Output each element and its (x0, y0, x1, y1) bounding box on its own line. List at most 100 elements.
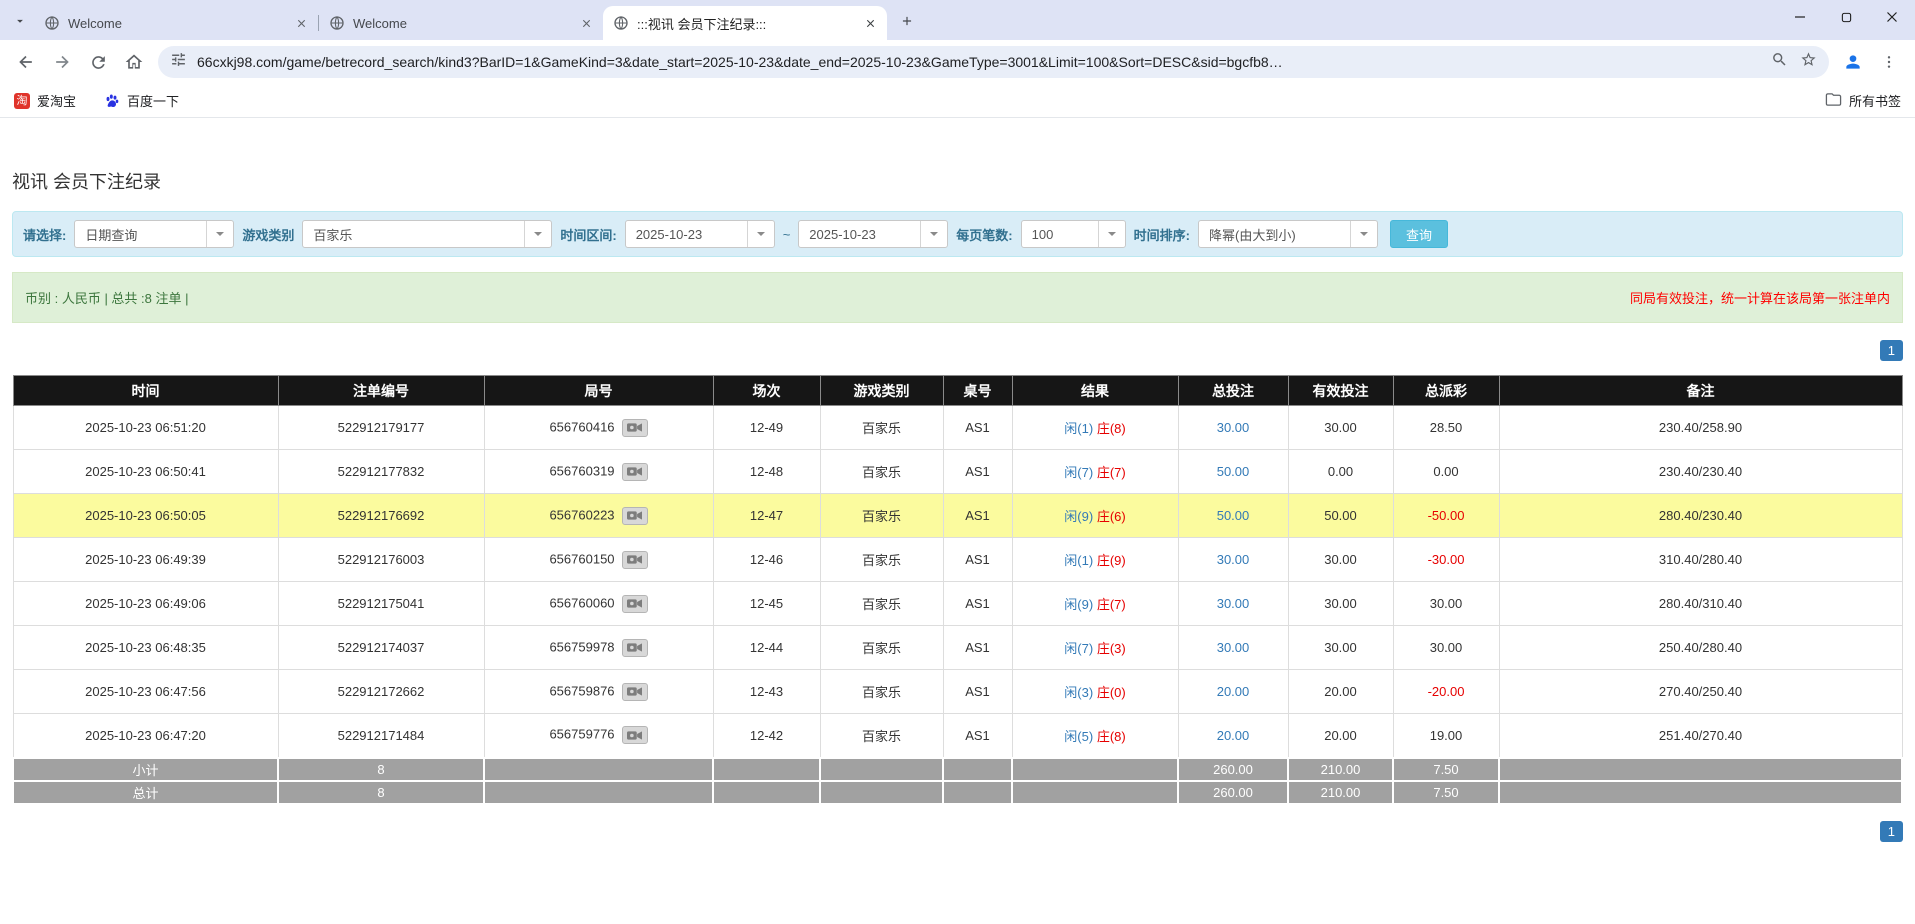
total-result (1011, 779, 1179, 805)
cell-bet-id: 522912172662 (277, 669, 485, 714)
cell-session: 12-47 (712, 493, 821, 538)
page-1-button[interactable]: 1 (1879, 820, 1903, 842)
video-camera-icon[interactable] (621, 726, 648, 745)
home-icon[interactable] (116, 44, 152, 80)
cell-time: 2025-10-23 06:51:20 (12, 405, 279, 450)
page-1-button[interactable]: 1 (1879, 340, 1903, 361)
back-icon[interactable] (8, 44, 44, 80)
cell-time: 2025-10-23 06:47:20 (12, 713, 279, 758)
page-size-label: 每页笔数: (956, 227, 1013, 243)
subtotal-session (712, 756, 821, 782)
cell-table-no: AS1 (942, 537, 1013, 582)
date-tilde: ~ (782, 226, 791, 242)
url-text: 66cxkj98.com/game/betrecord_search/kind3… (197, 54, 1283, 70)
cell-valid-bet: 20.00 (1287, 713, 1394, 758)
cell-total-bet[interactable]: 20.00 (1177, 713, 1289, 758)
url-bar[interactable]: 66cxkj98.com/game/betrecord_search/kind3… (158, 46, 1829, 78)
search-button[interactable]: 查询 (1389, 220, 1448, 248)
cell-table-no: AS1 (942, 713, 1013, 758)
subtotal-total-bet: 260.00 (1177, 756, 1289, 782)
cell-session: 12-44 (712, 625, 821, 670)
close-window-icon[interactable] (1869, 0, 1915, 34)
cell-bet-id: 522912176003 (277, 537, 485, 582)
subtotal-result (1011, 756, 1179, 782)
cell-payout: 19.00 (1392, 713, 1500, 758)
close-icon[interactable] (292, 14, 310, 32)
globe-icon (329, 15, 345, 31)
tab-strip: Welcome Welcome :::视讯 会员下注纪录::: (0, 0, 1915, 40)
maximize-icon[interactable] (1823, 0, 1869, 34)
zoom-icon[interactable] (1771, 51, 1788, 73)
cell-total-bet[interactable]: 30.00 (1177, 581, 1289, 626)
cell-total-bet[interactable]: 30.00 (1177, 625, 1289, 670)
cell-total-bet[interactable]: 50.00 (1177, 449, 1289, 494)
cell-table-no: AS1 (942, 625, 1013, 670)
cell-game-type: 百家乐 (819, 493, 944, 538)
cell-bet-id: 522912177832 (277, 449, 485, 494)
result-banker: 庄(8) (1096, 728, 1126, 744)
result-banker: 庄(7) (1096, 465, 1126, 480)
minimize-icon[interactable] (1777, 0, 1823, 34)
page-size-select[interactable]: 100 (1020, 220, 1126, 248)
new-tab-icon[interactable] (893, 7, 921, 35)
video-camera-icon[interactable] (621, 462, 648, 481)
total-remark (1498, 779, 1903, 805)
cell-bet-id: 522912171484 (277, 713, 485, 758)
cell-game-type: 百家乐 (819, 669, 944, 714)
tab-title: Welcome (353, 15, 407, 31)
tab-welcome-1[interactable]: Welcome (34, 6, 318, 40)
valid-bet-note-text: 同局有效投注，统一计算在该局第一张注单内 (1629, 291, 1890, 306)
bookmark-baidu[interactable]: 百度一下 (104, 91, 179, 110)
bookmark-star-icon[interactable] (1800, 51, 1817, 73)
video-camera-icon[interactable] (621, 594, 648, 613)
header-valid-bet: 有效投注 (1287, 375, 1394, 406)
result-player: 闲(3) (1064, 685, 1094, 700)
game-type-select[interactable]: 百家乐 (302, 220, 553, 248)
cell-remark: 310.40/280.40 (1498, 537, 1903, 582)
cell-result: 闲(3) 庄(0) (1011, 669, 1179, 714)
date-end-value: 2025-10-23 (809, 226, 876, 242)
kebab-menu-icon[interactable] (1871, 44, 1907, 80)
all-bookmarks-button[interactable]: 所有书签 (1825, 91, 1901, 111)
tab-bet-record[interactable]: :::视讯 会员下注纪录::: (603, 6, 887, 40)
date-start-value: 2025-10-23 (635, 226, 703, 242)
total-count: 8 (277, 779, 485, 805)
close-icon[interactable] (861, 14, 879, 32)
query-type-select[interactable]: 日期查询 (74, 220, 235, 248)
close-icon[interactable] (577, 14, 595, 32)
refresh-icon[interactable] (80, 44, 116, 80)
cell-total-bet[interactable]: 50.00 (1177, 493, 1289, 538)
cell-session: 12-48 (712, 449, 821, 494)
page-title: 视讯 会员下注纪录 (12, 172, 162, 192)
tab-search-icon[interactable] (6, 6, 34, 36)
video-camera-icon[interactable] (621, 418, 648, 437)
cell-result: 闲(7) 庄(3) (1011, 625, 1179, 670)
video-camera-icon[interactable] (621, 506, 648, 525)
cell-total-bet[interactable]: 20.00 (1177, 669, 1289, 714)
video-camera-icon[interactable] (621, 682, 648, 701)
cell-valid-bet: 30.00 (1287, 405, 1394, 450)
date-end-select[interactable]: 2025-10-23 (798, 220, 949, 248)
profile-avatar-icon[interactable] (1835, 44, 1871, 80)
total-payout: 7.50 (1392, 779, 1500, 805)
cell-total-bet[interactable]: 30.00 (1177, 537, 1289, 582)
cell-total-bet[interactable]: 30.00 (1177, 405, 1289, 450)
table-row: 2025-10-23 06:48:35 522912174037 656759978… (12, 625, 1903, 670)
video-camera-icon[interactable] (621, 550, 648, 569)
cell-remark: 230.40/230.40 (1498, 449, 1903, 494)
site-info-icon[interactable] (170, 51, 187, 73)
bookmark-taobao[interactable]: 淘 爱淘宝 (14, 91, 76, 110)
sort-select[interactable]: 降幂(由大到小) (1197, 220, 1378, 248)
table-row: 2025-10-23 06:51:20 522912179177 656760416… (12, 405, 1903, 450)
tab-welcome-2[interactable]: Welcome (319, 6, 603, 40)
date-start-select[interactable]: 2025-10-23 (624, 220, 775, 248)
video-camera-icon[interactable] (621, 638, 648, 657)
cell-remark: 250.40/280.40 (1498, 625, 1903, 670)
chevron-down-icon (1097, 221, 1125, 247)
forward-icon[interactable] (44, 44, 80, 80)
cell-bet-id: 522912179177 (277, 405, 485, 450)
cell-session: 12-45 (712, 581, 821, 626)
game-type-value: 百家乐 (313, 227, 353, 243)
bookmark-label: 爱淘宝 (37, 94, 77, 109)
total-label: 总计 (12, 779, 279, 805)
